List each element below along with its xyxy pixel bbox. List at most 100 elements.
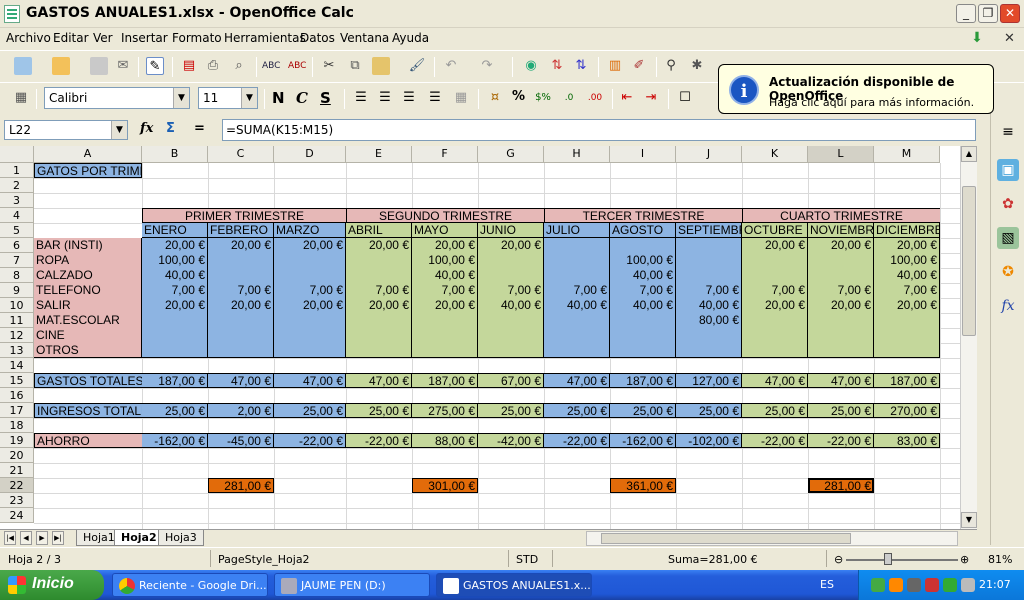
font-name-select[interactable]: Calibri ▼ [44,87,190,109]
autospellcheck-icon[interactable]: ABC [288,57,306,75]
expense-cell[interactable]: 20,00 € [142,238,208,253]
summary-cell[interactable]: 187,00 € [142,373,208,388]
expense-cell[interactable]: 20,00 € [808,298,874,313]
styles-icon[interactable]: ▦ [12,89,30,107]
merge-cells-icon[interactable]: ▦ [452,89,470,107]
quarter-header[interactable]: SEGUNDO TRIMESTRE [346,208,544,223]
zoom-level[interactable]: 81% [988,553,1012,566]
expense-cell[interactable] [274,343,346,358]
summary-label[interactable]: AHORRO [34,433,142,448]
status-sum[interactable]: Suma=281,00 € [668,553,758,566]
row-header-18[interactable]: 18 [0,418,34,433]
chevron-down-icon[interactable]: ▼ [241,88,257,108]
expense-cell[interactable] [346,253,412,268]
row-header-7[interactable]: 7 [0,253,34,268]
expense-cell[interactable]: 20,00 € [142,298,208,313]
tray-shield-icon[interactable] [907,578,921,592]
gallery-icon[interactable]: ▧ [997,227,1019,249]
hyperlink-icon[interactable]: ◉ [522,57,540,75]
expense-cell[interactable]: 20,00 € [412,238,478,253]
summary-cell[interactable]: 47,00 € [808,373,874,388]
task-google-drive[interactable]: Reciente - Google Dri... [112,573,268,597]
expense-cell[interactable] [610,343,676,358]
row-header-9[interactable]: 9 [0,283,34,298]
expense-cell[interactable]: 20,00 € [478,238,544,253]
summary-cell[interactable]: -45,00 € [208,433,274,448]
chart-icon[interactable]: ▥ [606,57,624,75]
sidebar-menu-icon[interactable]: ≡ [997,121,1019,143]
align-center-icon[interactable]: ☰ [376,89,394,107]
increase-indent-icon[interactable]: ⇥ [642,89,660,107]
zoom-in-icon[interactable]: ⊕ [960,553,969,566]
expense-cell[interactable]: 7,00 € [142,283,208,298]
category-label[interactable]: ROPA [34,253,142,268]
row-header-4[interactable]: 4 [0,208,34,223]
expense-cell[interactable] [676,253,742,268]
menu-datos[interactable]: Datos [300,31,335,45]
column-header-m[interactable]: M [874,146,940,163]
scroll-up-icon[interactable]: ▲ [961,146,977,162]
expense-cell[interactable]: 7,00 € [742,283,808,298]
expense-cell[interactable] [208,268,274,283]
column-header-h[interactable]: H [544,146,610,163]
navigator-sidebar-icon[interactable]: ✪ [997,261,1019,283]
month-header[interactable]: SEPTIEMBRE [676,223,742,238]
expense-cell[interactable]: 7,00 € [346,283,412,298]
row-header-3[interactable]: 3 [0,193,34,208]
expense-cell[interactable] [412,328,478,343]
column-header-e[interactable]: E [346,146,412,163]
prev-sheet-icon[interactable]: ◀ [20,531,32,545]
month-header[interactable]: OCTUBRE [742,223,808,238]
row-header-19[interactable]: 19 [0,433,34,448]
export-pdf-icon[interactable]: ▤ [180,57,198,75]
update-notification-balloon[interactable]: i Actualización disponible de OpenOffice… [718,64,994,114]
row-header-11[interactable]: 11 [0,313,34,328]
justify-icon[interactable]: ☰ [426,89,444,107]
summary-cell[interactable]: 67,00 € [478,373,544,388]
summary-cell[interactable]: 275,00 € [412,403,478,418]
cut-icon[interactable]: ✂ [320,57,338,75]
expense-cell[interactable] [874,343,940,358]
row-header-10[interactable]: 10 [0,298,34,313]
column-header-b[interactable]: B [142,146,208,163]
redo-icon[interactable]: ↷ [478,57,496,75]
expense-cell[interactable] [610,238,676,253]
sort-ascending-icon[interactable]: ⇅ [548,57,566,75]
category-label[interactable]: OTROS [34,343,142,358]
status-page-style[interactable]: PageStyle_Hoja2 [218,553,310,566]
horizontal-scroll-thumb[interactable] [601,533,851,544]
summary-cell[interactable]: 25,00 € [274,403,346,418]
expense-cell[interactable]: 40,00 € [676,298,742,313]
delete-decimal-icon[interactable]: .00 [586,89,604,107]
spreadsheet-grid[interactable]: A B C D E F G H I J K L M 1 2 3 4 5 6 7 8 9 10 11 12 13 14 15 16 17 18… [0,146,960,529]
row-header-12[interactable]: 12 [0,328,34,343]
print-icon[interactable]: ⎙ [204,57,222,75]
open-folder-icon[interactable] [52,57,70,75]
menu-ayuda[interactable]: Ayuda [392,31,429,45]
sum-icon[interactable]: Σ [166,121,175,136]
sheet-tab-hoja3[interactable]: Hoja3 [158,530,204,546]
menu-ver[interactable]: Ver [93,31,113,45]
expense-cell[interactable] [676,328,742,343]
zoom-out-icon[interactable]: ⊖ [834,553,843,566]
expense-cell[interactable]: 20,00 € [208,298,274,313]
undo-icon[interactable]: ↶ [442,57,460,75]
row-header-20[interactable]: 20 [0,448,34,463]
summary-cell[interactable]: 25,00 € [610,403,676,418]
download-update-icon[interactable]: ⬇ [968,30,986,48]
zoom-slider-knob[interactable] [884,553,892,565]
close-document-icon[interactable]: ✕ [1004,31,1015,46]
row-header-13[interactable]: 13 [0,343,34,358]
borders-icon[interactable]: ☐ [676,89,694,107]
summary-cell[interactable]: 47,00 € [274,373,346,388]
summary-cell[interactable]: 47,00 € [346,373,412,388]
standard-format-icon[interactable]: $% [534,89,552,107]
category-label[interactable]: TELEFONO [34,283,142,298]
expense-cell[interactable] [676,343,742,358]
scroll-down-icon[interactable]: ▼ [961,512,977,528]
expense-cell[interactable]: 7,00 € [874,283,940,298]
column-header-d[interactable]: D [274,146,346,163]
expense-cell[interactable] [544,313,610,328]
summary-cell[interactable]: 25,00 € [544,403,610,418]
summary-cell[interactable]: 88,00 € [412,433,478,448]
